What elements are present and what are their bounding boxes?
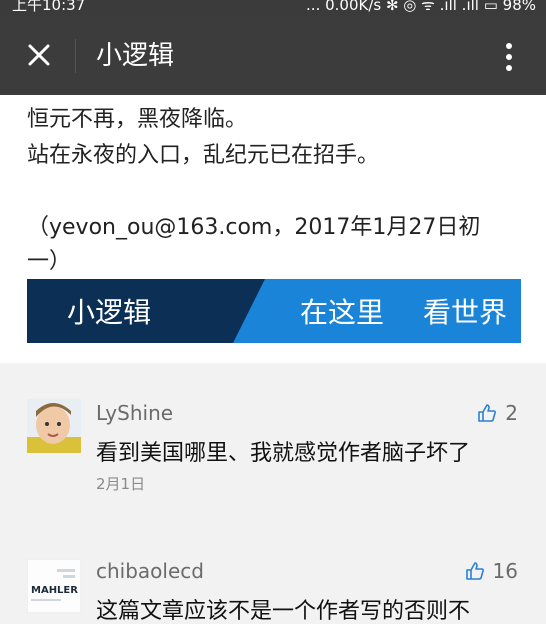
banner-slogan-2: 看世界	[423, 296, 508, 329]
nav-title: 小逻辑	[96, 41, 175, 71]
comments-section: LyShine 2 看到美国哪里、我就感觉作者脑子坏了 2月1日 MAHLER …	[0, 363, 546, 624]
like-button[interactable]: 16	[465, 559, 518, 583]
article-line: 恒元不再，黑夜降临。	[27, 107, 248, 132]
avatar-label: MAHLER	[31, 585, 78, 596]
comment-author[interactable]: LyShine	[96, 401, 173, 425]
article-line: （yevon_ou@163.com，2017年1月27日初	[27, 215, 481, 240]
thumbs-up-icon	[465, 562, 484, 580]
top-nav-bar: 小逻辑	[0, 16, 546, 95]
banner-slogan-1: 在这里	[300, 296, 385, 329]
comment-text: 这篇文章应该不是一个作者写的否则不	[96, 599, 471, 624]
status-indicators: ... 0.00K/s ✻ ◎ ᯤ .ıll .ıll ▭ 98%	[306, 0, 536, 14]
close-icon[interactable]	[22, 38, 56, 72]
status-bar: 上午10:37 ... 0.00K/s ✻ ◎ ᯤ .ıll .ıll ▭ 98…	[0, 0, 546, 16]
like-button[interactable]: 2	[477, 401, 518, 425]
like-count: 2	[505, 401, 518, 425]
thumbs-up-icon	[478, 404, 497, 422]
more-options-icon[interactable]	[499, 39, 519, 75]
avatar[interactable]: MAHLER	[27, 559, 81, 613]
comment-date: 2月1日	[96, 475, 146, 493]
comment-author[interactable]: chibaolecd	[96, 559, 204, 583]
article-line: 站在永夜的入口，乱纪元已在招手。	[27, 143, 380, 168]
comment-text: 看到美国哪里、我就感觉作者脑子坏了	[96, 441, 471, 466]
avatar[interactable]	[27, 399, 81, 453]
nav-divider	[75, 39, 76, 73]
status-time: 上午10:37	[12, 0, 86, 14]
like-count: 16	[492, 559, 518, 583]
article-line: 一）	[27, 249, 72, 274]
banner-brand: 小逻辑	[67, 296, 152, 329]
promo-banner: 小逻辑 在这里 看世界	[27, 279, 521, 343]
